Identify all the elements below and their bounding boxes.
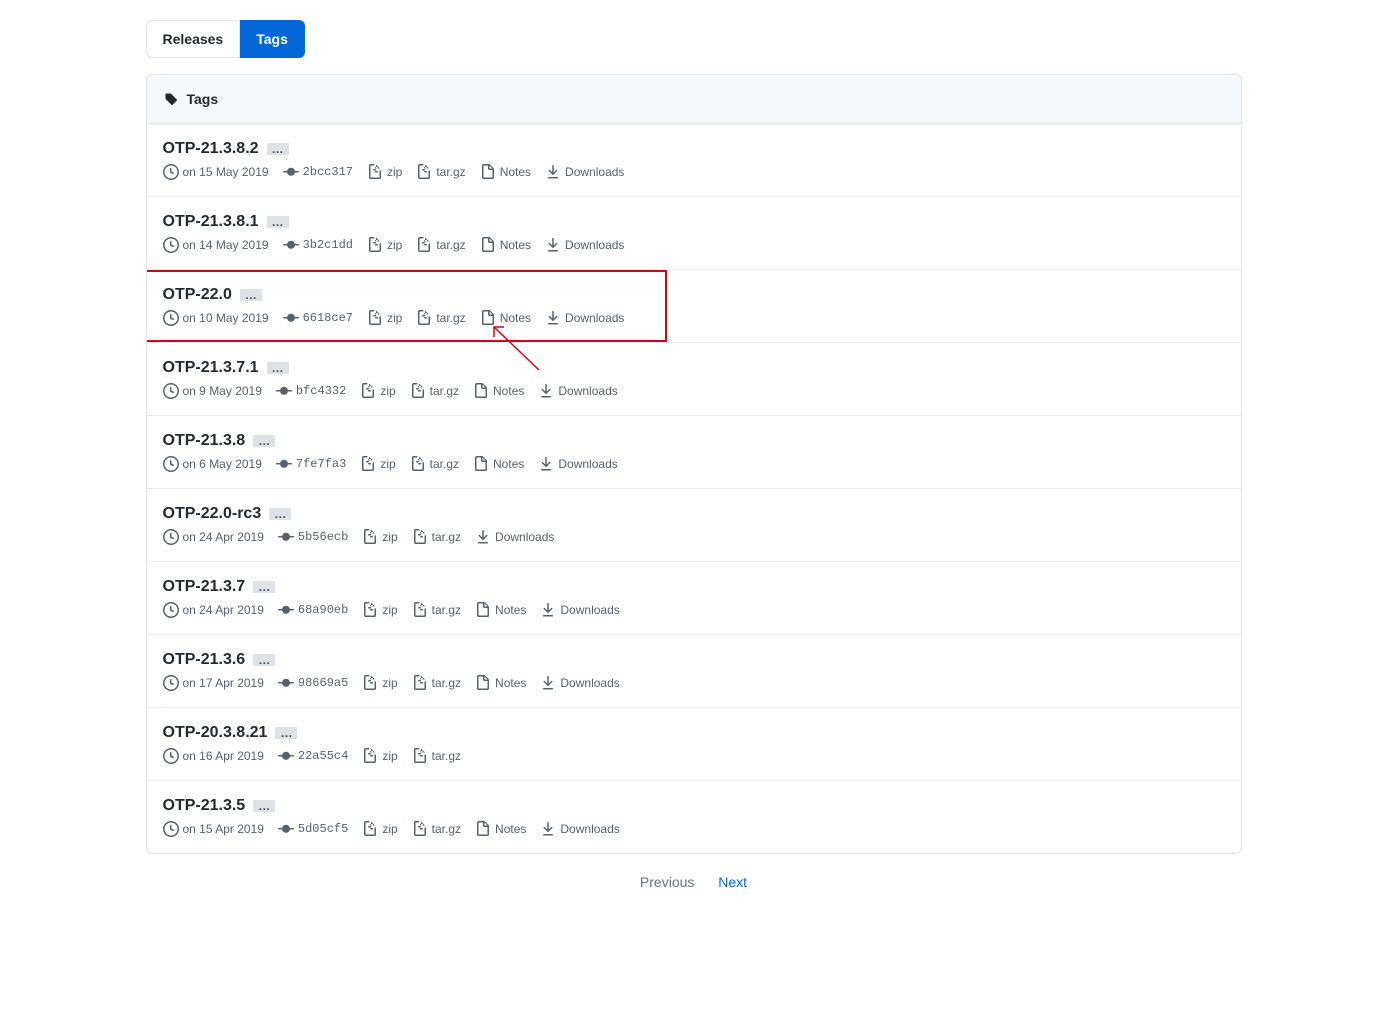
zip-link[interactable]: zip [362, 675, 397, 691]
ellipsis-button[interactable]: … [267, 362, 289, 374]
downloads-link[interactable]: Downloads [545, 310, 624, 326]
tag-date: on 24 Apr 2019 [163, 602, 264, 618]
tag-row: OTP-22.0-rc3 … on 24 Apr 2019 5b56ecb zipt… [147, 489, 1241, 562]
tag-date: on 6 May 2019 [163, 456, 262, 472]
commit-link[interactable]: 5b56ecb [278, 529, 348, 545]
zip-link[interactable]: zip [362, 748, 397, 764]
targz-link[interactable]: tar.gz [416, 310, 465, 326]
ellipsis-button[interactable]: … [240, 289, 262, 301]
tag-name-link[interactable]: OTP-21.3.7 [163, 578, 246, 596]
tag-date: on 9 May 2019 [163, 383, 262, 399]
notes-link[interactable]: Notes [473, 456, 524, 472]
zip-link[interactable]: zip [360, 456, 395, 472]
downloads-link[interactable]: Downloads [540, 821, 619, 837]
zip-link[interactable]: zip [362, 529, 397, 545]
targz-link[interactable]: tar.gz [412, 602, 461, 618]
pagination: Previous Next [146, 874, 1242, 890]
zip-link[interactable]: zip [362, 821, 397, 837]
commit-link[interactable]: 7fe7fa3 [276, 456, 346, 472]
tags-header: Tags [147, 75, 1241, 124]
commit-link[interactable]: 98669a5 [278, 675, 348, 691]
tag-name-link[interactable]: OTP-21.3.8 [163, 432, 246, 450]
tag-row: OTP-21.3.5 … on 15 Apr 2019 5d05cf5 ziptar… [147, 781, 1241, 853]
tag-name-link[interactable]: OTP-21.3.8.1 [163, 213, 259, 231]
commit-link[interactable]: bfc4332 [276, 383, 346, 399]
tag-icon [163, 91, 179, 107]
zip-link[interactable]: zip [367, 164, 402, 180]
tag-row: OTP-21.3.7 … on 24 Apr 2019 68a90eb ziptar… [147, 562, 1241, 635]
targz-link[interactable]: tar.gz [416, 164, 465, 180]
tab-nav: Releases Tags [146, 20, 305, 58]
tag-name-link[interactable]: OTP-22.0 [163, 286, 232, 304]
zip-link[interactable]: zip [367, 237, 402, 253]
tag-name-link[interactable]: OTP-22.0-rc3 [163, 505, 262, 523]
tag-name-link[interactable]: OTP-21.3.7.1 [163, 359, 259, 377]
tag-row: OTP-21.3.8 … on 6 May 2019 7fe7fa3 zip tar.… [147, 416, 1241, 489]
tag-row: OTP-22.0 … on 10 May 2019 6618ce7 zip tar.g… [147, 270, 1241, 343]
zip-link[interactable]: zip [360, 383, 395, 399]
zip-link[interactable]: zip [362, 602, 397, 618]
notes-link[interactable]: Notes [475, 602, 526, 618]
targz-link[interactable]: tar.gz [412, 748, 461, 764]
notes-link[interactable]: Notes [480, 310, 531, 326]
downloads-link[interactable]: Downloads [545, 237, 624, 253]
downloads-link[interactable]: Downloads [540, 675, 619, 691]
commit-link[interactable]: 3b2c1dd [283, 237, 353, 253]
tag-row: OTP-21.3.8.2 … on 15 May 2019 2bcc317 zipt… [147, 124, 1241, 197]
commit-link[interactable]: 2bcc317 [283, 164, 353, 180]
ellipsis-button[interactable]: … [253, 435, 275, 447]
tag-name-link[interactable]: OTP-21.3.5 [163, 797, 246, 815]
highlight-box [146, 270, 667, 342]
downloads-link[interactable]: Downloads [475, 529, 554, 545]
downloads-link[interactable]: Downloads [545, 164, 624, 180]
tag-date: on 17 Apr 2019 [163, 675, 264, 691]
ellipsis-button[interactable]: … [267, 216, 289, 228]
notes-link[interactable]: Notes [475, 675, 526, 691]
tag-row: OTP-20.3.8.21 … on 16 Apr 2019 22a55c4 zip… [147, 708, 1241, 781]
pagination-previous: Previous [630, 869, 704, 895]
tag-date: on 10 May 2019 [163, 310, 269, 326]
commit-link[interactable]: 22a55c4 [278, 748, 348, 764]
tab-releases[interactable]: Releases [146, 20, 241, 58]
ellipsis-button[interactable]: … [253, 581, 275, 593]
tag-name-link[interactable]: OTP-21.3.8.2 [163, 140, 259, 158]
downloads-link[interactable]: Downloads [538, 383, 617, 399]
targz-link[interactable]: tar.gz [410, 383, 459, 399]
ellipsis-button[interactable]: … [267, 143, 289, 155]
tag-name-link[interactable]: OTP-20.3.8.21 [163, 724, 268, 742]
ellipsis-button[interactable]: … [253, 800, 275, 812]
targz-link[interactable]: tar.gz [412, 821, 461, 837]
tag-row: OTP-21.3.8.1 … on 14 May 2019 3b2c1dd zipt… [147, 197, 1241, 270]
pagination-next[interactable]: Next [708, 869, 757, 895]
tag-name-link[interactable]: OTP-21.3.6 [163, 651, 246, 669]
ellipsis-button[interactable]: … [269, 508, 291, 520]
targz-link[interactable]: tar.gz [410, 456, 459, 472]
tag-date: on 14 May 2019 [163, 237, 269, 253]
notes-link[interactable]: Notes [480, 237, 531, 253]
commit-link[interactable]: 5d05cf5 [278, 821, 348, 837]
tags-header-title: Tags [187, 91, 219, 107]
tag-row: OTP-21.3.6 … on 17 Apr 2019 98669a5 ziptar… [147, 635, 1241, 708]
notes-link[interactable]: Notes [480, 164, 531, 180]
downloads-link[interactable]: Downloads [540, 602, 619, 618]
tags-box: Tags OTP-21.3.8.2 … on 15 May 2019 2bcc31… [146, 74, 1242, 854]
notes-link[interactable]: Notes [475, 821, 526, 837]
tag-row: OTP-21.3.7.1 … on 9 May 2019 bfc4332 zipta… [147, 343, 1241, 416]
tab-tags[interactable]: Tags [240, 20, 305, 58]
notes-link[interactable]: Notes [473, 383, 524, 399]
zip-link[interactable]: zip [367, 310, 402, 326]
targz-link[interactable]: tar.gz [412, 675, 461, 691]
tag-date: on 15 Apr 2019 [163, 821, 264, 837]
tag-date: on 16 Apr 2019 [163, 748, 264, 764]
ellipsis-button[interactable]: … [253, 654, 275, 666]
commit-link[interactable]: 6618ce7 [283, 310, 353, 326]
targz-link[interactable]: tar.gz [416, 237, 465, 253]
downloads-link[interactable]: Downloads [538, 456, 617, 472]
commit-link[interactable]: 68a90eb [278, 602, 348, 618]
targz-link[interactable]: tar.gz [412, 529, 461, 545]
ellipsis-button[interactable]: … [275, 727, 297, 739]
tag-date: on 24 Apr 2019 [163, 529, 264, 545]
tag-date: on 15 May 2019 [163, 164, 269, 180]
